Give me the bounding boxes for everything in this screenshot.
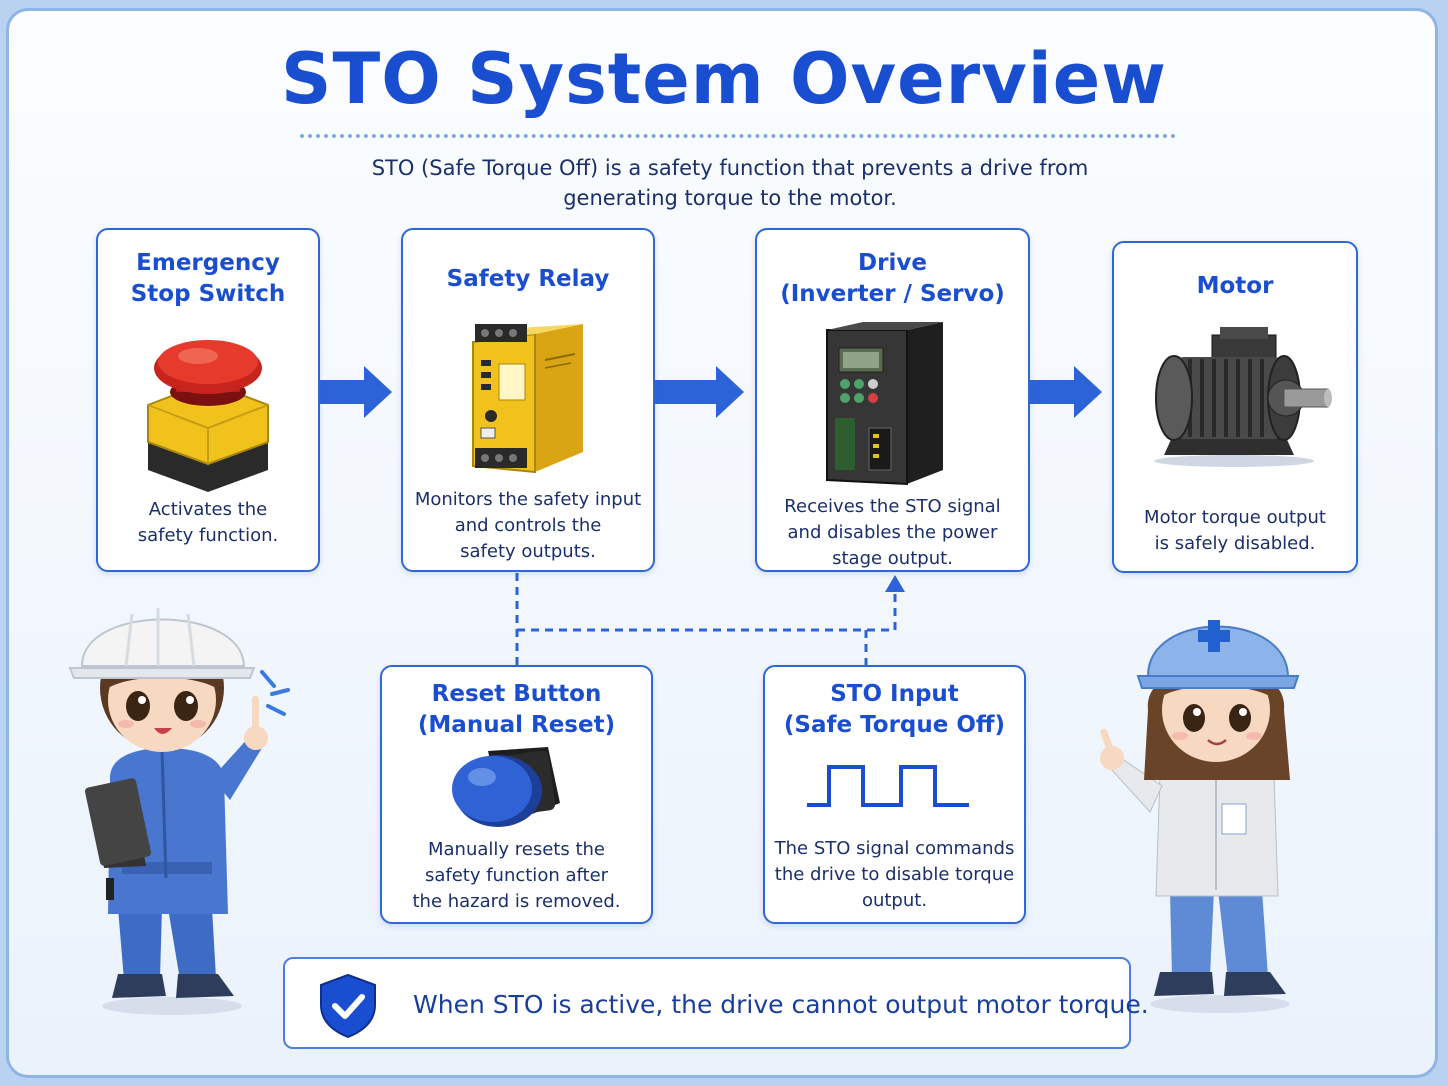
safety-relay-icon: [472, 324, 583, 474]
motor-icon: [1154, 327, 1332, 467]
reset-button-icon: [452, 747, 560, 827]
engineer-right-illustration: [1100, 620, 1300, 1013]
sto-note: When STO is active, the drive cannot out…: [283, 957, 1149, 1049]
card-description: The STO signal commands the drive to dis…: [774, 838, 1015, 911]
card-title: Safety Relay: [446, 266, 610, 292]
dashed-arrow-head: [885, 575, 905, 592]
card-title: Emergency Stop Switch: [130, 250, 286, 307]
card-title: STO Input (Safe Torque Off): [783, 681, 1006, 738]
card-reset-button: Reset Button (Manual Reset) Manually res…: [380, 665, 653, 924]
arrow-relay-to-drive: [655, 366, 744, 418]
card-description: Activates the safety function.: [137, 499, 279, 546]
card-description: Receives the STO signal and disables the…: [784, 496, 1001, 569]
card-title: Reset Button (Manual Reset): [417, 681, 616, 738]
card-sto-input: STO Input (Safe Torque Off) The STO sign…: [763, 665, 1026, 924]
card-description: Monitors the safety input and controls t…: [414, 489, 642, 562]
note-text: When STO is active, the drive cannot out…: [413, 990, 1149, 1019]
card-safety-relay: Safety Relay Monitors the safety input a…: [401, 228, 655, 572]
card-drive: Drive (Inverter / Servo) Receives the ST…: [755, 228, 1030, 572]
drive-icon: [826, 322, 943, 486]
card-title: Motor: [1196, 273, 1274, 299]
card-title: Drive (Inverter / Servo): [780, 250, 1005, 307]
card-motor: Motor Motor torque output is safely disa…: [1112, 241, 1358, 573]
card-emergency-stop: Emergency Stop Switch Activates the safe…: [96, 228, 320, 572]
emergency-stop-icon: [147, 340, 269, 492]
card-description: Motor torque output is safely disabled.: [1144, 507, 1326, 554]
arrow-estop-to-relay: [320, 366, 392, 418]
card-description: Manually resets the safety function afte…: [412, 839, 621, 912]
sto-signal-icon: [807, 765, 969, 807]
dashed-link-bus: [517, 590, 897, 632]
engineer-left-illustration: [68, 608, 290, 1015]
arrow-drive-to-motor: [1030, 366, 1102, 418]
shield-check-icon: [320, 973, 376, 1039]
